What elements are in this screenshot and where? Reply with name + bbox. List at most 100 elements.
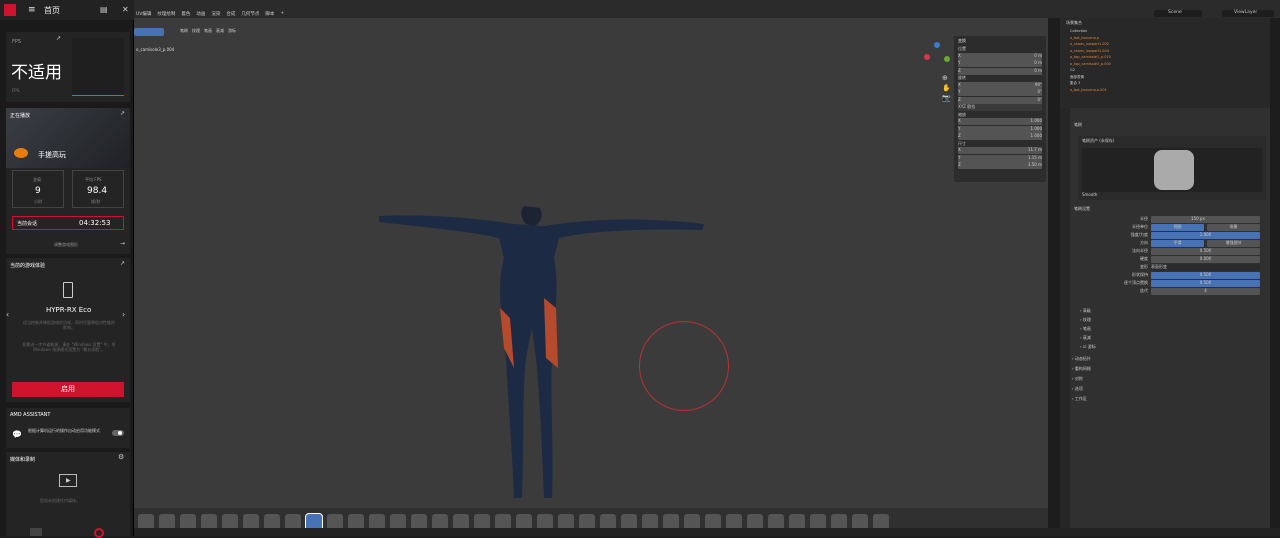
shape-preserve-slider[interactable]: 0.500 (1151, 272, 1260, 279)
object-name: o_camisole3_p.004 (136, 47, 175, 52)
tab-shading[interactable]: 着色 (181, 11, 190, 17)
section-options[interactable]: › 选项 (1072, 384, 1091, 394)
stat2-label: 平均 FPS (85, 177, 102, 182)
loc-x[interactable]: X 0 m (958, 52, 1042, 60)
loc-z[interactable]: Z 0 m (958, 67, 1042, 75)
gear-icon[interactable]: ⚙ (118, 453, 124, 461)
section-cursor[interactable]: › ☑ 游标 (1080, 342, 1096, 351)
enable-button[interactable]: 启用 (12, 382, 124, 397)
assistant-card: AMD ASSISTANT 💬 根据计算机运行的操作自动启用功能模式 (6, 408, 130, 448)
adjust-graphics-link[interactable]: 调整游戏图形 (54, 242, 78, 248)
iterations-field[interactable]: 4 (1151, 288, 1260, 295)
view-layer-selector[interactable]: ViewLayer (1222, 10, 1274, 17)
dim-z[interactable]: Z 3.50 m (958, 162, 1042, 169)
section-falloff[interactable]: › 衰减 (1080, 333, 1096, 342)
outliner-item[interactable]: o_bot_bonuma.p.001 (1070, 87, 1270, 94)
record-icon[interactable] (94, 528, 104, 538)
tab-animation[interactable]: 动画 (196, 11, 205, 17)
experience-label: 当前的游戏体验 (10, 263, 46, 269)
radius-unit-scene[interactable]: 场景 (1207, 224, 1260, 231)
prev-icon[interactable]: ‹ (6, 310, 9, 319)
normal-radius-slider[interactable]: 0.500 (1151, 248, 1260, 255)
panel-icon[interactable]: ▤ (100, 5, 108, 14)
cursor-menu[interactable]: 游标 (228, 28, 236, 34)
stat-avg-fps: 平均 FPS 98.4 帧/秒 (72, 170, 124, 208)
section-stroke[interactable]: › 笔画 (1080, 324, 1096, 333)
assistant-toggle[interactable] (112, 430, 124, 436)
hypr-title: HYPR-RX Eco (46, 306, 92, 314)
dim-y[interactable]: Y 1.15 m (958, 154, 1042, 162)
radius-slider[interactable]: 150 px (1151, 216, 1260, 223)
camera-icon[interactable]: 📷 (942, 94, 951, 102)
hand-icon[interactable]: ✋ (942, 84, 951, 92)
properties-tabs[interactable] (1060, 108, 1070, 528)
capture-icon[interactable] (30, 528, 42, 536)
scale-y[interactable]: Y 1.000 (958, 125, 1042, 133)
scale-z[interactable]: Z 1.000 (958, 133, 1042, 140)
per-vertex-slider[interactable]: 0.500 (1151, 280, 1260, 287)
brush-name: Smooth (1082, 192, 1098, 197)
hamburger-icon[interactable]: ≡ (28, 5, 36, 15)
section-dyntopo[interactable]: › 动态拓扑 (1072, 354, 1091, 364)
direction-smooth[interactable]: 平滑 (1151, 240, 1204, 247)
section-texture[interactable]: › 纹理 (1080, 315, 1096, 324)
radius-unit-view[interactable]: 视图 (1151, 224, 1204, 231)
texture-menu[interactable]: 纹理 (192, 28, 200, 34)
rotation-label: 旋转 (958, 75, 966, 80)
dim-x[interactable]: X 11.7 m (958, 147, 1042, 154)
brush-panel-title: 笔刷 (1074, 122, 1082, 127)
brush-menu[interactable]: 笔刷 (180, 28, 188, 34)
section-advanced[interactable]: › 高级 (1080, 306, 1096, 315)
radius-field[interactable] (134, 28, 164, 36)
expand-icon[interactable]: ↗ (120, 110, 125, 117)
tool-header: 笔刷 纹理 笔画 衰减 游标 (180, 28, 236, 34)
tab-scripting[interactable]: 脚本 (265, 11, 274, 17)
direction-enhance[interactable]: 增强细节 (1207, 240, 1260, 247)
hardness-slider[interactable]: 0.000 (1151, 256, 1260, 263)
tab-geometry-nodes[interactable]: 几何节点 (241, 11, 259, 17)
rotation-mode[interactable]: XYZ 欧拉 (958, 104, 1042, 111)
expand-icon[interactable]: ↗ (56, 35, 61, 42)
section-workspace[interactable]: › 工作区 (1072, 394, 1091, 404)
tab-compositing[interactable]: 合成 (226, 11, 235, 17)
brush-asset-panel: 笔刷资产 (未保存) Smooth (1078, 136, 1266, 200)
game-name: 手搓高玩 (38, 151, 66, 159)
status-bar (134, 528, 1280, 536)
strength-slider[interactable]: 1.000 (1151, 232, 1260, 239)
section-symmetry[interactable]: › 对称 (1072, 374, 1091, 384)
stat2-value: 98.4 (87, 186, 108, 196)
tab-texture-paint[interactable]: 纹理绘制 (157, 11, 175, 17)
amd-sidebar: ≡ 首页 ▤ ✕ FPS 不适用 FPS ↗ 正在播放 ↗ 手搓高玩 全局 9 … (0, 0, 134, 538)
3d-viewport[interactable]: 笔刷 纹理 笔画 衰减 游标 o_camisole3_p.004 ⊕ ✋ 📷 (134, 18, 1048, 508)
rot-y[interactable]: Y 0° (958, 89, 1042, 96)
brush-preview[interactable] (1082, 148, 1262, 192)
next-icon[interactable]: › (122, 310, 125, 319)
navigation-gizmo[interactable] (924, 42, 954, 72)
scene-selector[interactable]: Scene (1154, 10, 1202, 17)
stat1-unit: 小时 (34, 199, 42, 204)
chat-icon: 💬 (12, 430, 22, 439)
add-workspace-icon[interactable]: + (280, 11, 284, 17)
falloff-menu[interactable]: 衰减 (216, 28, 224, 34)
tab-uv[interactable]: UV编辑 (136, 11, 151, 17)
now-playing-label: 正在播放 (10, 113, 31, 119)
tab-render[interactable]: 渲染 (211, 11, 220, 17)
deform-dropdown[interactable]: 表面形变 (1151, 264, 1260, 271)
outliner: 场景集合 Collection o_bot_bonuma.p o_shoes_l… (1060, 18, 1270, 108)
zoom-icon[interactable]: ⊕ (942, 74, 948, 82)
expand-icon[interactable]: ↗ (120, 260, 125, 267)
stroke-menu[interactable]: 笔画 (204, 28, 212, 34)
rot-x[interactable]: X 90° (958, 81, 1042, 89)
fps-value: 不适用 (11, 63, 62, 83)
loc-y[interactable]: Y 0 m (958, 60, 1042, 67)
stat1-label: 全局 (33, 177, 41, 182)
brush-asset-label: 笔刷资产 (未保存) (1082, 138, 1115, 143)
section-remesh[interactable]: › 重构网格 (1072, 364, 1091, 374)
close-icon[interactable]: ✕ (122, 5, 129, 14)
amd-logo (4, 4, 16, 16)
fps-card[interactable]: FPS 不适用 FPS ↗ (6, 32, 130, 102)
rot-z[interactable]: Z 0° (958, 96, 1042, 104)
scale-x[interactable]: X 1.000 (958, 118, 1042, 125)
workspace-tabs: UV编辑 纹理绘制 着色 动画 渲染 合成 几何节点 脚本 + (136, 11, 284, 17)
arrow-right-icon[interactable]: → (120, 240, 125, 247)
